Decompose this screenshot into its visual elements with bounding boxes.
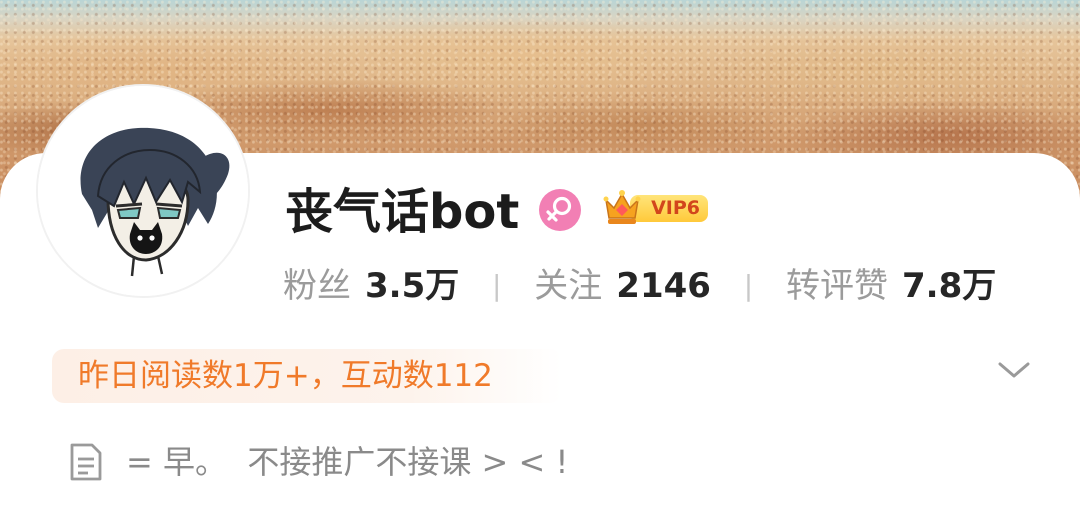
vip-badge[interactable]: VIP6 [600,186,710,230]
stat-separator: | [743,269,754,302]
profile-name: 丧气话bot [285,184,520,240]
stat-followers[interactable]: 粉丝 3.5万 [283,264,459,308]
document-icon [68,441,104,483]
stat-label: 粉丝 [283,266,351,306]
female-icon [539,189,581,231]
stat-value: 2146 [616,266,711,306]
stat-label: 转评赞 [786,266,888,306]
crown-icon [600,186,644,230]
stat-label: 关注 [534,266,603,306]
profile-header: 丧气话bot VIP6 粉丝 3.5万 | 关注 2146 | 转评赞 7.8万… [0,0,1080,516]
stat-value: 7.8万 [902,266,997,306]
stats-row: 粉丝 3.5万 | 关注 2146 | 转评赞 7.8万 [283,264,996,308]
reading-summary-chip[interactable]: 昨日阅读数1万+，互动数112 [52,349,562,403]
avatar[interactable] [38,86,248,296]
stat-reposts-comments-likes[interactable]: 转评赞 7.8万 [786,264,996,308]
stat-following[interactable]: 关注 2146 [534,264,711,308]
chevron-down-icon[interactable] [996,358,1032,382]
bio-text: = 早。 不接推广不接课 > < ! [126,443,569,481]
stat-value: 3.5万 [365,266,460,306]
stat-separator: | [492,269,502,302]
reading-summary-text: 昨日阅读数1万+，互动数112 [78,358,493,394]
